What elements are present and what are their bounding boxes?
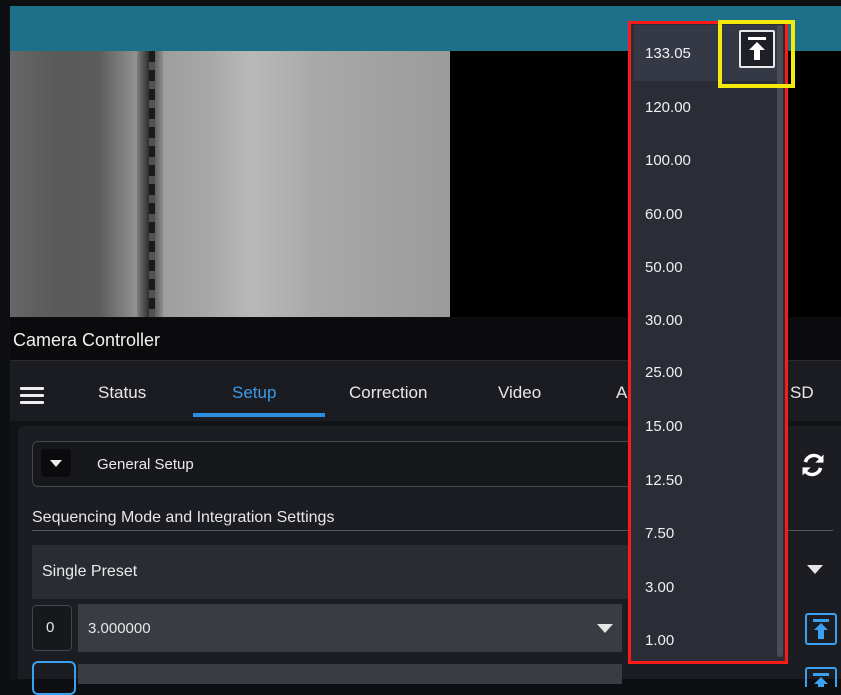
integration-value-field[interactable]: 3.000000: [78, 604, 622, 652]
preset-index-box-2[interactable]: [32, 661, 76, 695]
integration-value-field-2[interactable]: [78, 664, 622, 684]
list-item[interactable]: 30.00: [645, 312, 683, 329]
scrollbar[interactable]: [777, 25, 783, 657]
refresh-icon[interactable]: [799, 451, 827, 479]
arrow-to-top-icon[interactable]: [805, 613, 837, 645]
tab-partial-right[interactable]: SD: [790, 383, 814, 403]
preset-index: 0: [46, 619, 55, 636]
active-tab-indicator: [193, 413, 325, 417]
list-item[interactable]: 133.05: [645, 45, 691, 62]
arrow-to-top-icon-2[interactable]: [805, 667, 837, 687]
list-item[interactable]: 15.00: [645, 418, 683, 435]
list-item[interactable]: 50.00: [645, 259, 683, 276]
list-item[interactable]: 100.00: [645, 152, 691, 169]
preview-stripe-detail: [149, 51, 155, 317]
hamburger-icon[interactable]: [20, 387, 44, 404]
preset-index-box[interactable]: 0: [32, 605, 72, 651]
tab-setup[interactable]: Setup: [232, 383, 276, 403]
list-item[interactable]: 7.50: [645, 525, 674, 542]
scroll-to-top-button[interactable]: [739, 30, 775, 68]
tab-correction[interactable]: Correction: [349, 383, 427, 403]
camera-preview-image: [10, 51, 450, 317]
frame-rate-dropdown-list[interactable]: 133.05 120.00 100.00 60.00 50.00 30.00 2…: [630, 21, 786, 661]
mode-select[interactable]: Single Preset: [32, 545, 632, 599]
integration-value: 3.000000: [88, 620, 151, 637]
section-dropdown-label: General Setup: [97, 456, 194, 473]
integration-caret-icon[interactable]: [597, 624, 613, 633]
list-item[interactable]: 3.00: [645, 579, 674, 596]
mode-select-value: Single Preset: [42, 563, 138, 580]
tab-partial-left[interactable]: A: [616, 383, 627, 403]
section-dropdown[interactable]: General Setup: [32, 441, 634, 487]
section-heading: Sequencing Mode and Integration Settings: [32, 509, 335, 526]
list-item[interactable]: 60.00: [645, 206, 683, 223]
list-item[interactable]: 1.00: [645, 632, 674, 649]
list-item[interactable]: 12.50: [645, 472, 683, 489]
list-item[interactable]: 25.00: [645, 364, 683, 381]
tab-video[interactable]: Video: [498, 383, 541, 403]
tab-status[interactable]: Status: [98, 383, 146, 403]
mode-select-caret-icon[interactable]: [807, 565, 823, 574]
window-title: Camera Controller: [13, 330, 161, 350]
caret-down-icon[interactable]: [41, 449, 71, 477]
list-item[interactable]: 120.00: [645, 99, 691, 116]
